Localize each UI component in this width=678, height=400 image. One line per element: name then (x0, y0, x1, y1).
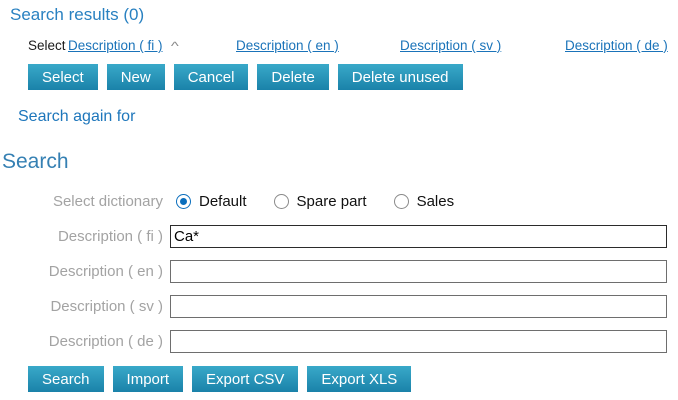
sort-link-description-en[interactable]: Description ( en ) (236, 38, 339, 53)
radio-label-default: Default (199, 193, 247, 210)
dictionary-radio-group: Default Spare part Sales (176, 193, 481, 210)
radio-option-sales[interactable]: Sales (394, 193, 455, 210)
radio-unselected-icon[interactable] (274, 194, 289, 209)
export-csv-button[interactable]: Export CSV (192, 366, 298, 392)
results-column-header-row: Select Description ( fi ) ^ Description … (28, 38, 678, 53)
description-en-input[interactable] (170, 260, 667, 283)
description-en-label: Description ( en ) (0, 263, 170, 280)
description-sv-input[interactable] (170, 295, 667, 318)
search-form: Select dictionary Default Spare part Sal… (0, 190, 678, 353)
sort-link-description-fi[interactable]: Description ( fi ) (68, 38, 163, 53)
import-button[interactable]: Import (113, 366, 184, 392)
new-button[interactable]: New (107, 64, 165, 90)
select-button[interactable]: Select (28, 64, 98, 90)
radio-label-spare-part: Spare part (297, 193, 367, 210)
sort-link-description-de[interactable]: Description ( de ) (565, 38, 668, 53)
select-dictionary-label: Select dictionary (0, 193, 170, 210)
description-de-label: Description ( de ) (0, 333, 170, 350)
description-de-input[interactable] (170, 330, 667, 353)
description-fi-label: Description ( fi ) (0, 228, 170, 245)
select-column-label: Select (28, 38, 68, 53)
search-again-heading: Search again for (18, 108, 678, 126)
description-fi-input[interactable] (170, 225, 667, 248)
radio-option-spare-part[interactable]: Spare part (274, 193, 367, 210)
radio-unselected-icon[interactable] (394, 194, 409, 209)
description-sv-row: Description ( sv ) (0, 295, 678, 318)
sort-link-description-sv[interactable]: Description ( sv ) (400, 38, 501, 53)
description-de-row: Description ( de ) (0, 330, 678, 353)
description-sv-label: Description ( sv ) (0, 298, 170, 315)
radio-label-sales: Sales (417, 193, 455, 210)
results-toolbar: Select New Cancel Delete Delete unused (28, 64, 678, 90)
radio-selected-icon[interactable] (176, 194, 191, 209)
export-xls-button[interactable]: Export XLS (307, 366, 411, 392)
sort-ascending-icon: ^ (170, 40, 178, 52)
form-actions: Search Import Export CSV Export XLS (28, 366, 678, 392)
delete-unused-button[interactable]: Delete unused (338, 64, 463, 90)
search-button[interactable]: Search (28, 366, 104, 392)
dictionary-row: Select dictionary Default Spare part Sal… (0, 190, 678, 213)
description-fi-row: Description ( fi ) (0, 225, 678, 248)
cancel-button[interactable]: Cancel (174, 64, 249, 90)
radio-option-default[interactable]: Default (176, 193, 247, 210)
search-results-heading: Search results (0) (10, 5, 678, 25)
delete-button[interactable]: Delete (257, 64, 328, 90)
search-section-heading: Search (2, 150, 678, 174)
description-en-row: Description ( en ) (0, 260, 678, 283)
